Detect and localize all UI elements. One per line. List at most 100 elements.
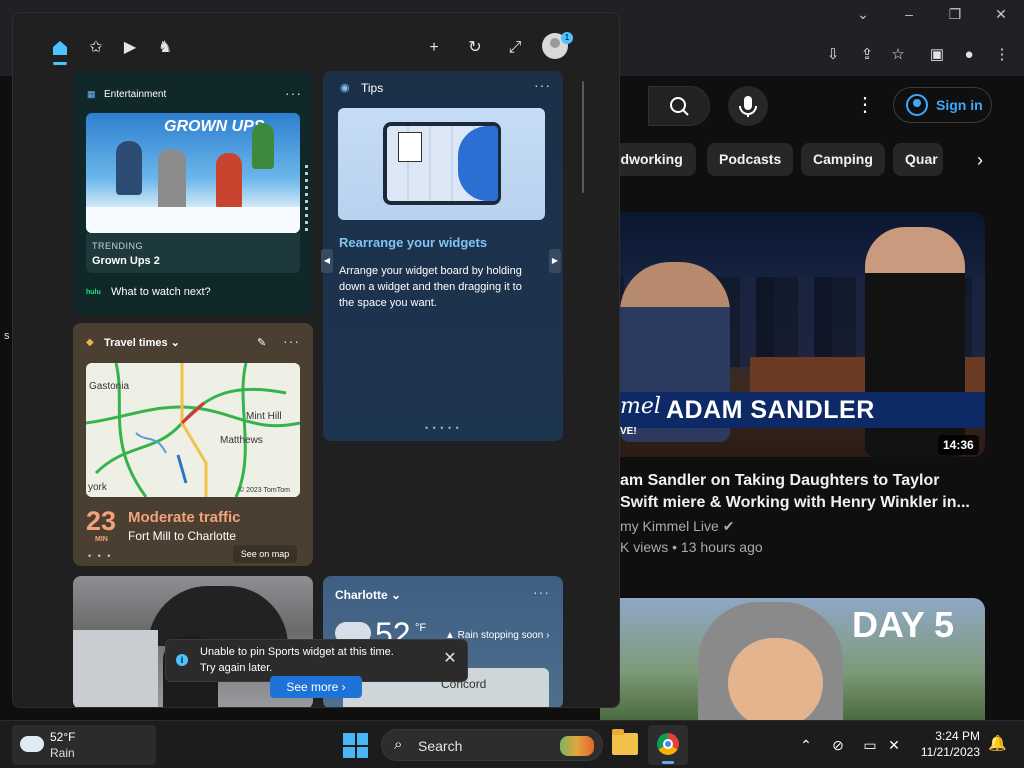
favorites-icon[interactable]: ✩ bbox=[83, 35, 109, 61]
news-photo-car bbox=[73, 630, 158, 707]
refresh-button[interactable]: ↻ bbox=[462, 35, 488, 61]
panel-scrollbar[interactable] bbox=[582, 81, 584, 193]
file-explorer-icon[interactable] bbox=[612, 729, 638, 755]
traffic-map[interactable]: Gastonia Mint Hill Matthews york © 2023 … bbox=[86, 363, 300, 497]
movie-title[interactable]: Grown Ups 2 bbox=[92, 255, 160, 267]
chrome-icon bbox=[657, 733, 679, 755]
thumbnail-banner-text: ADAM SANDLER bbox=[666, 396, 875, 424]
pin-icon[interactable]: ✎ bbox=[257, 336, 266, 349]
youtube-search-button[interactable] bbox=[648, 86, 710, 126]
widgets-panel: ✩ ▶ ♞ + ↻ ⤢ 1 ▦ Entertainment ··· GROWN … bbox=[12, 12, 620, 708]
travel-title[interactable]: Travel times ⌄ bbox=[104, 336, 180, 349]
search-icon: ⌕ bbox=[394, 736, 403, 753]
display-icon[interactable]: ▭ bbox=[860, 735, 880, 755]
home-icon[interactable] bbox=[47, 35, 73, 61]
video-thumbnail[interactable]: ADAM SANDLER mel VE! bbox=[600, 212, 985, 457]
minimize-button[interactable]: – bbox=[898, 4, 920, 24]
taskbar: 52°F Rain ⌕ Search ⌃ ⊘ ▭ ✕ 3:24 PM 11/21… bbox=[0, 720, 1024, 768]
expand-button[interactable]: ⤢ bbox=[502, 35, 528, 61]
traffic-status: Moderate traffic bbox=[128, 509, 241, 526]
chess-icon[interactable]: ♞ bbox=[152, 35, 178, 61]
see-more-button[interactable]: See more › bbox=[270, 676, 362, 698]
voice-search-button[interactable] bbox=[728, 86, 768, 126]
weather-menu-icon[interactable]: ··· bbox=[533, 584, 550, 600]
taskbar-search-box[interactable]: ⌕ Search bbox=[381, 729, 603, 761]
trending-label: TRENDING bbox=[92, 241, 143, 251]
youtube-settings-more-icon[interactable]: ⋮ bbox=[855, 92, 875, 118]
travel-times-widget[interactable]: ◆ Travel times ⌄ ✎ ··· Gastonia Mint Hil… bbox=[73, 323, 313, 566]
thumbnail-logo-text: mel bbox=[620, 394, 661, 419]
chrome-menu-icon[interactable]: ⋮ bbox=[991, 44, 1013, 66]
nav-selected-indicator bbox=[53, 62, 67, 65]
thumbnail-live-text: VE! bbox=[620, 426, 637, 437]
toast-message: Unable to pin Sports widget at this time… bbox=[200, 646, 394, 658]
tips-pager[interactable]: • • • • • bbox=[425, 423, 460, 433]
video-title[interactable]: am Sandler on Taking Daughters to Taylor… bbox=[620, 470, 980, 514]
map-label-gastonia: Gastonia bbox=[89, 381, 130, 392]
video-channel[interactable]: my Kimmel Live ✔ bbox=[620, 518, 734, 535]
restore-button[interactable]: ❐ bbox=[944, 4, 966, 24]
taskbar-weather-button[interactable]: 52°F Rain bbox=[12, 725, 156, 765]
tips-menu-icon[interactable]: ··· bbox=[534, 77, 551, 93]
video-thumbnail-2[interactable]: DAY 5 bbox=[600, 598, 985, 720]
add-widget-button[interactable]: + bbox=[421, 35, 447, 61]
profile-icon[interactable]: ● bbox=[958, 44, 980, 66]
movie-poster-image[interactable]: GROWN UPS bbox=[86, 113, 300, 233]
see-on-map-button[interactable]: See on map bbox=[233, 545, 297, 563]
poster-figure bbox=[252, 123, 274, 169]
watch-next-link[interactable]: What to watch next? bbox=[111, 286, 211, 298]
weather-city-label: Charlotte bbox=[335, 588, 388, 602]
map-label-matthews: Matthews bbox=[220, 435, 263, 446]
tips-next-arrow-icon[interactable]: ▶ bbox=[549, 249, 561, 273]
rain-cloud-icon bbox=[20, 736, 44, 752]
taskbar-temperature: 52°F bbox=[50, 730, 76, 744]
notification-bell-icon[interactable]: 🔔 bbox=[988, 735, 1007, 753]
chip-podcasts[interactable]: Podcasts bbox=[707, 143, 794, 176]
volume-muted-icon[interactable]: ✕ bbox=[884, 735, 904, 755]
network-icon[interactable]: ⊘ bbox=[828, 735, 848, 755]
map-label-mint-hill: Mint Hill bbox=[246, 411, 282, 422]
tips-prev-arrow-icon[interactable]: ◀ bbox=[321, 249, 333, 273]
poster-figure bbox=[158, 149, 186, 211]
signin-label: Sign in bbox=[936, 97, 983, 113]
bookmark-star-icon[interactable]: ☆ bbox=[887, 44, 909, 66]
clock-date[interactable]: 11/21/2023 bbox=[910, 745, 980, 759]
tips-widget[interactable]: ◉ Tips ··· Rearrange your widgets Arrang… bbox=[323, 71, 563, 441]
news-photo-umbrella bbox=[148, 586, 288, 646]
share-icon[interactable]: ⇪ bbox=[856, 44, 878, 66]
home-glyph bbox=[53, 41, 67, 55]
chip-partial[interactable]: Quar bbox=[893, 143, 943, 176]
taskbar-search-label: Search bbox=[418, 738, 463, 754]
windows-start-icon[interactable] bbox=[343, 733, 368, 758]
close-window-button[interactable]: ✕ bbox=[990, 4, 1012, 24]
poster-splash bbox=[86, 207, 300, 233]
travel-menu-icon[interactable]: ··· bbox=[283, 333, 300, 349]
install-icon[interactable]: ⇩ bbox=[822, 44, 844, 66]
weather-city[interactable]: Charlotte ⌄ bbox=[335, 588, 401, 602]
chrome-taskbar-button[interactable] bbox=[648, 725, 688, 765]
side-panel-icon[interactable]: ▣ bbox=[926, 44, 948, 66]
close-icon[interactable]: ✕ bbox=[440, 649, 460, 669]
entertainment-menu-icon[interactable]: ··· bbox=[285, 85, 302, 101]
poster-figure bbox=[116, 141, 142, 195]
chevron-right-icon[interactable]: › bbox=[968, 148, 992, 172]
avatar-badge: 1 bbox=[561, 32, 573, 44]
widget-tile bbox=[398, 132, 422, 162]
map-attribution: © 2023 TomTom bbox=[239, 487, 290, 494]
travel-pager[interactable]: • • • bbox=[88, 551, 112, 561]
tips-illustration bbox=[338, 108, 545, 220]
weather-unit: °F bbox=[415, 622, 427, 634]
tips-heading[interactable]: Rearrange your widgets bbox=[339, 235, 487, 250]
channel-name: my Kimmel Live bbox=[620, 518, 719, 534]
youtube-signin-button[interactable]: Sign in bbox=[893, 87, 992, 123]
desktop-screen: ⌄ – ❐ ✕ ⇩ ⇪ ☆ ▣ ● ⋮ s ⋮ Sign in odworkin… bbox=[0, 0, 1024, 768]
movie-info-panel bbox=[86, 233, 300, 273]
tab-search-icon[interactable]: ⌄ bbox=[852, 4, 874, 24]
video-icon[interactable]: ▶ bbox=[117, 35, 143, 61]
chip-camping[interactable]: Camping bbox=[801, 143, 885, 176]
chevron-up-icon[interactable]: ⌃ bbox=[796, 735, 816, 755]
entertainment-widget[interactable]: ▦ Entertainment ··· GROWN UPS bbox=[73, 71, 313, 314]
left-edge-text: s bbox=[4, 330, 10, 342]
traffic-minutes-unit: MIN bbox=[95, 536, 108, 543]
clock-time[interactable]: 3:24 PM bbox=[920, 729, 980, 743]
